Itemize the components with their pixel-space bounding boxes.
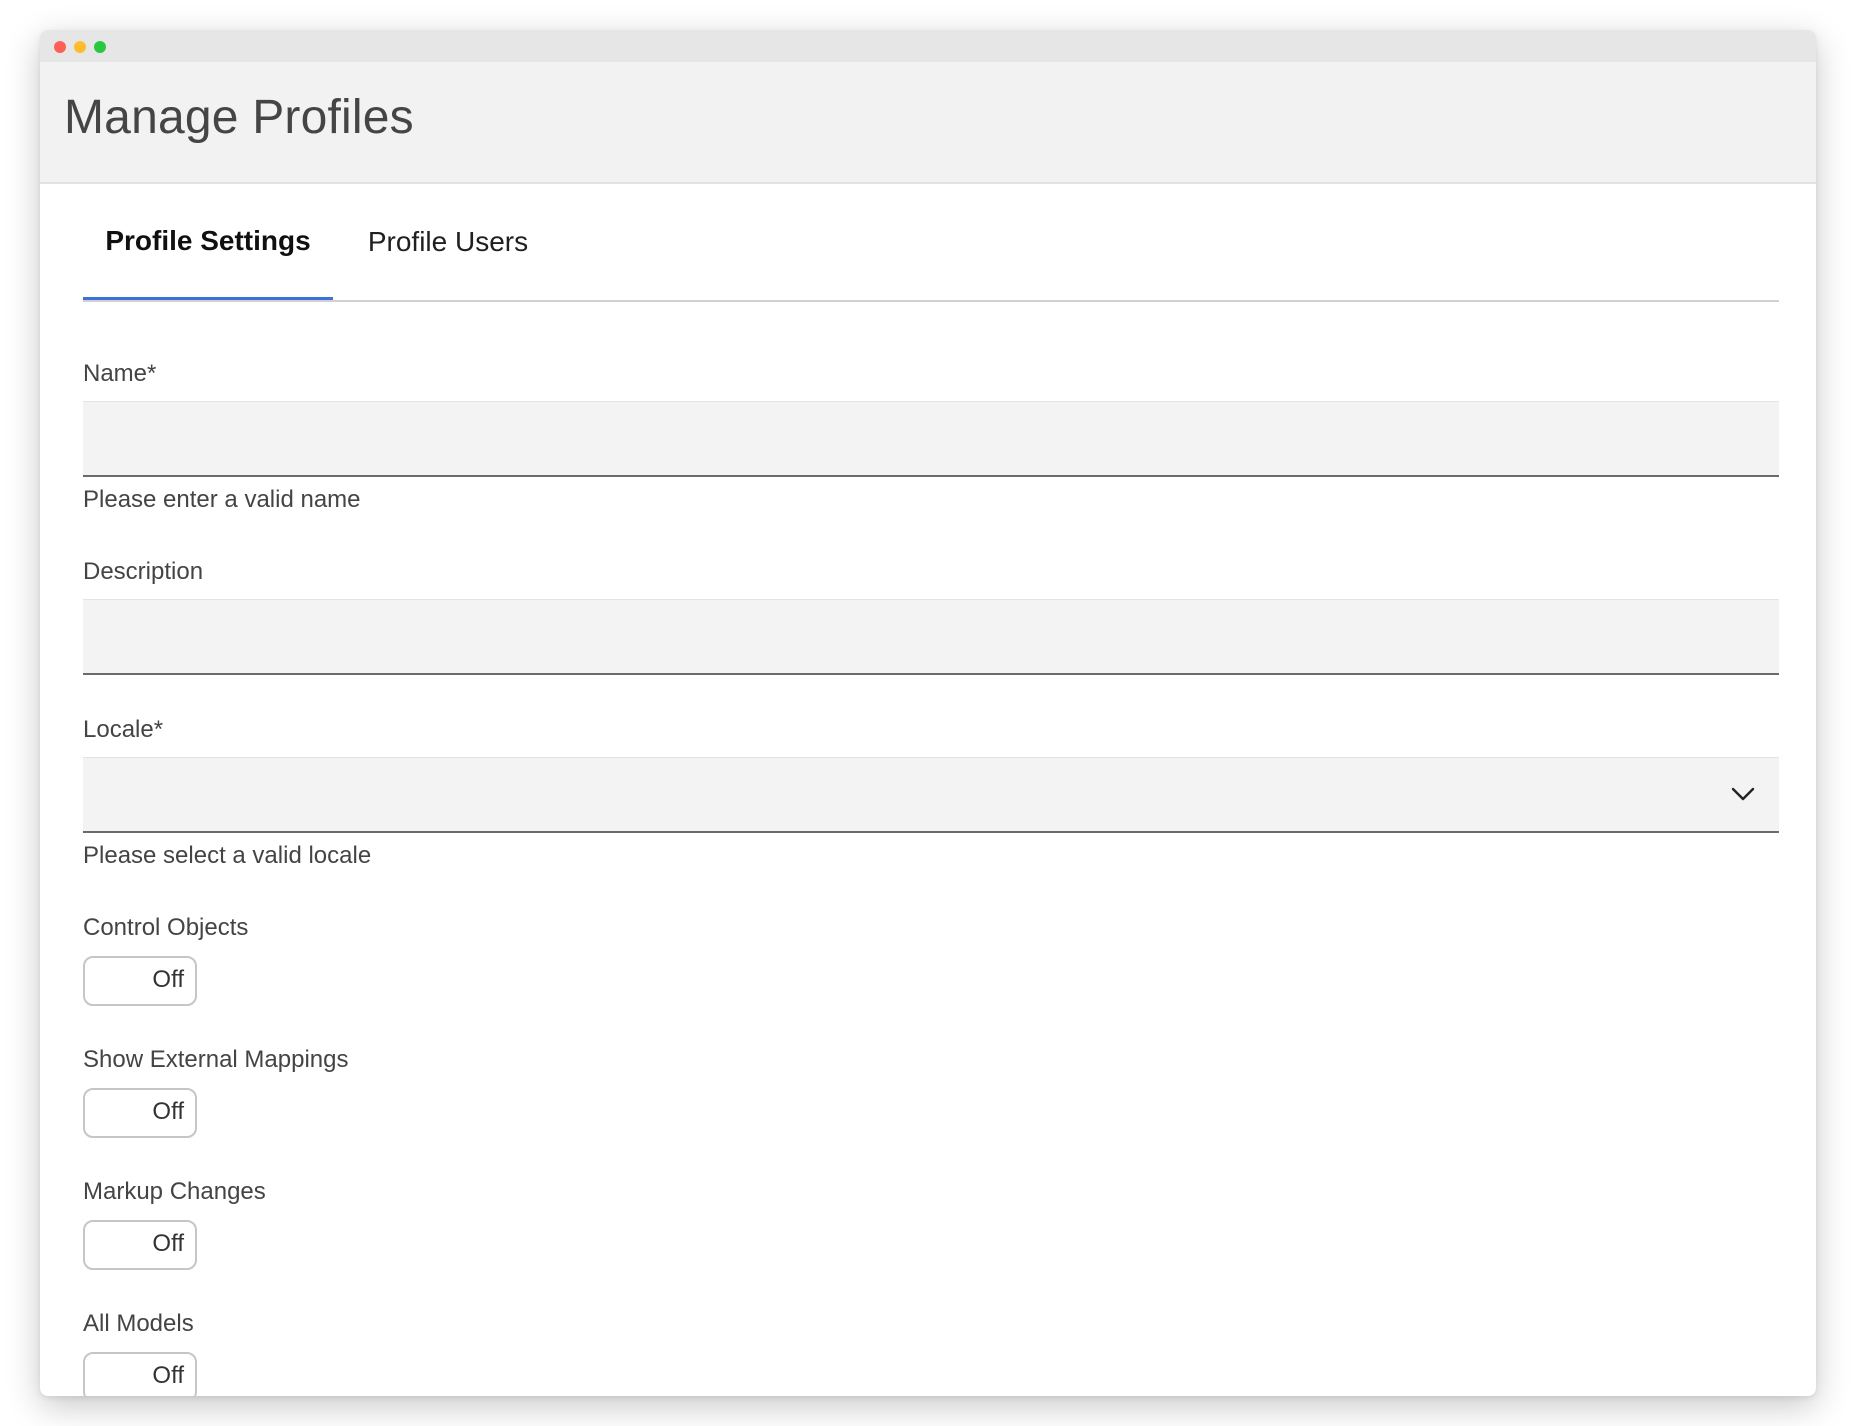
toggle-state-text: Off <box>152 1362 184 1389</box>
control-objects-label: Control Objects <box>83 914 249 941</box>
toggle-state-text: Off <box>152 1098 184 1125</box>
markup-changes-label: Markup Changes <box>83 1178 266 1205</box>
chevron-down-icon <box>1731 787 1755 801</box>
name-label: Name* <box>83 360 157 387</box>
locale-label: Locale* <box>83 716 164 743</box>
close-window-button[interactable] <box>54 41 66 53</box>
app-window: Manage Profiles Profile Settings Profile… <box>40 30 1816 1396</box>
page-header: Manage Profiles <box>40 62 1816 184</box>
minimize-window-button[interactable] <box>74 41 86 53</box>
all-models-toggle[interactable]: Off <box>83 1352 197 1396</box>
locale-select[interactable] <box>83 757 1779 833</box>
locale-helper-text: Please select a valid locale <box>83 842 372 869</box>
name-input[interactable] <box>83 401 1779 477</box>
show-external-mappings-label: Show External Mappings <box>83 1046 349 1073</box>
maximize-window-button[interactable] <box>94 41 106 53</box>
description-label: Description <box>83 558 204 585</box>
tab-profile-users[interactable]: Profile Users <box>333 184 563 300</box>
profile-form-container: Profile Settings Profile Users Name* Ple… <box>83 184 1779 1396</box>
show-external-mappings-toggle[interactable]: Off <box>83 1088 197 1138</box>
window-titlebar <box>40 30 1816 62</box>
tab-profile-settings[interactable]: Profile Settings <box>83 184 333 300</box>
tab-bar: Profile Settings Profile Users <box>83 184 1779 302</box>
markup-changes-toggle[interactable]: Off <box>83 1220 197 1270</box>
toggle-state-text: Off <box>152 966 184 993</box>
description-input[interactable] <box>83 599 1779 675</box>
control-objects-toggle[interactable]: Off <box>83 956 197 1006</box>
page-title: Manage Profiles <box>64 91 414 144</box>
toggle-state-text: Off <box>152 1230 184 1257</box>
all-models-label: All Models <box>83 1310 194 1337</box>
name-helper-text: Please enter a valid name <box>83 486 361 513</box>
